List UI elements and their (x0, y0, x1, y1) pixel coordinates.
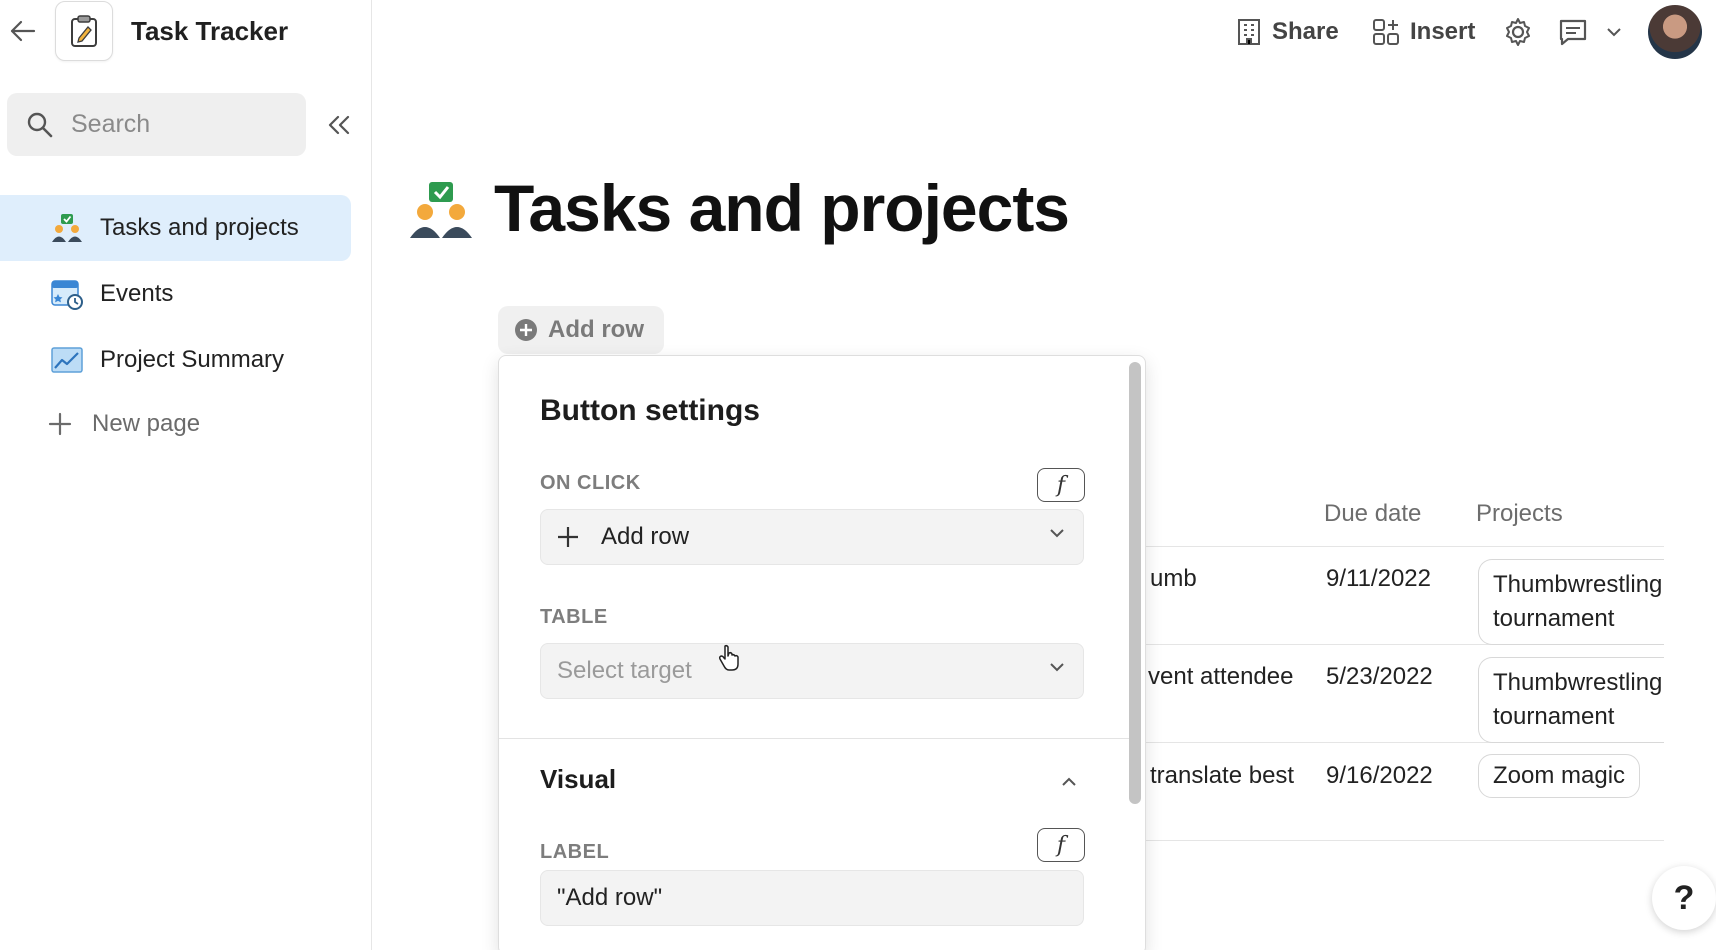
page-title: Tasks and projects (494, 171, 1070, 245)
row-divider (1146, 840, 1664, 841)
table-cell-due-date[interactable]: 9/11/2022 (1326, 565, 1431, 593)
table-cell-task[interactable]: translate best (1150, 762, 1294, 790)
search-box[interactable] (7, 93, 306, 156)
search-icon (27, 112, 53, 137)
collapse-sidebar-button[interactable] (322, 110, 356, 140)
people-check-icon (410, 182, 472, 238)
chevron-down-icon (1050, 529, 1064, 538)
table-cell-due-date[interactable]: 5/23/2022 (1326, 663, 1433, 691)
help-button[interactable]: ? (1652, 866, 1716, 930)
calendar-clock-icon (51, 280, 83, 310)
insert-button[interactable]: Insert (1372, 12, 1475, 52)
gear-icon (1506, 18, 1530, 46)
share-button[interactable]: Share (1236, 12, 1339, 52)
on-click-value: Add row (601, 523, 690, 550)
plus-circle-icon (515, 319, 537, 341)
sidebar-item-events[interactable]: Events (0, 261, 351, 327)
formula-button[interactable]: f (1037, 828, 1085, 862)
new-page-label: New page (92, 410, 201, 437)
table-cell-task[interactable]: vent attendee (1148, 663, 1293, 691)
sidebar-item-tasks-and-projects[interactable]: Tasks and projects (0, 195, 351, 261)
insert-label: Insert (1410, 18, 1476, 45)
building-icon (1238, 19, 1260, 45)
table-cell-task[interactable]: umb (1150, 565, 1197, 593)
on-click-select[interactable]: Add row (540, 509, 1084, 565)
sidebar: Task Tracker Tasks and projects Events P… (0, 0, 372, 950)
sidebar-item-project-summary[interactable]: Project Summary (0, 327, 351, 393)
plus-icon (48, 412, 72, 436)
grid-plus-icon (1373, 19, 1399, 45)
label-value: "Add row" (557, 884, 663, 911)
app-icon[interactable] (55, 1, 113, 61)
on-click-label: ON CLICK (540, 472, 641, 494)
sidebar-item-label: Project Summary (100, 346, 285, 373)
settings-button[interactable] (1503, 12, 1533, 52)
arrow-left-icon (10, 20, 36, 42)
add-row-label: Add row (548, 316, 644, 343)
table-cell-due-date[interactable]: 9/16/2022 (1326, 762, 1433, 790)
chevron-up-icon (1062, 777, 1076, 786)
search-input[interactable] (71, 110, 271, 139)
label-field-label: LABEL (540, 841, 610, 863)
table-target-select[interactable]: Select target (540, 643, 1084, 699)
project-tag[interactable]: Thumbwrestling tournament (1478, 657, 1664, 743)
row-divider (1146, 546, 1664, 547)
project-tag[interactable]: Zoom magic (1478, 754, 1641, 798)
project-tag[interactable]: Thumbwrestling tournament (1478, 559, 1664, 645)
back-button[interactable] (6, 14, 40, 48)
comment-icon (1559, 19, 1587, 46)
clipboard-icon (71, 15, 97, 47)
panel-scrollbar[interactable] (1129, 362, 1141, 804)
table-target-placeholder: Select target (557, 657, 692, 684)
button-settings-panel: Button settings ON CLICK f Add row TABLE… (498, 355, 1146, 950)
add-row-button[interactable]: Add row (498, 306, 664, 354)
collapse-visual-button[interactable] (1055, 768, 1083, 796)
app-title: Task Tracker (131, 16, 289, 46)
hand-pointer-icon (718, 644, 739, 671)
formula-button[interactable]: f (1037, 468, 1085, 502)
chevron-down-icon (1607, 28, 1621, 37)
plus-icon (558, 527, 578, 547)
table-label: TABLE (540, 606, 608, 628)
avatar[interactable] (1648, 5, 1702, 59)
comments-button[interactable] (1558, 12, 1588, 52)
new-page-button[interactable]: New page (48, 410, 200, 438)
chevron-down-icon (1050, 663, 1064, 672)
sidebar-item-label: Tasks and projects (100, 214, 299, 241)
sidebar-item-label: Events (100, 280, 174, 307)
double-chevron-left-icon (328, 115, 350, 135)
chart-icon (51, 347, 83, 373)
panel-title: Button settings (540, 394, 760, 427)
label-input[interactable]: "Add row" (540, 870, 1084, 926)
share-label: Share (1272, 18, 1339, 45)
people-check-icon (52, 214, 82, 242)
comments-dropdown[interactable] (1606, 12, 1622, 52)
divider (499, 738, 1129, 739)
visual-section-title[interactable]: Visual (540, 764, 616, 795)
